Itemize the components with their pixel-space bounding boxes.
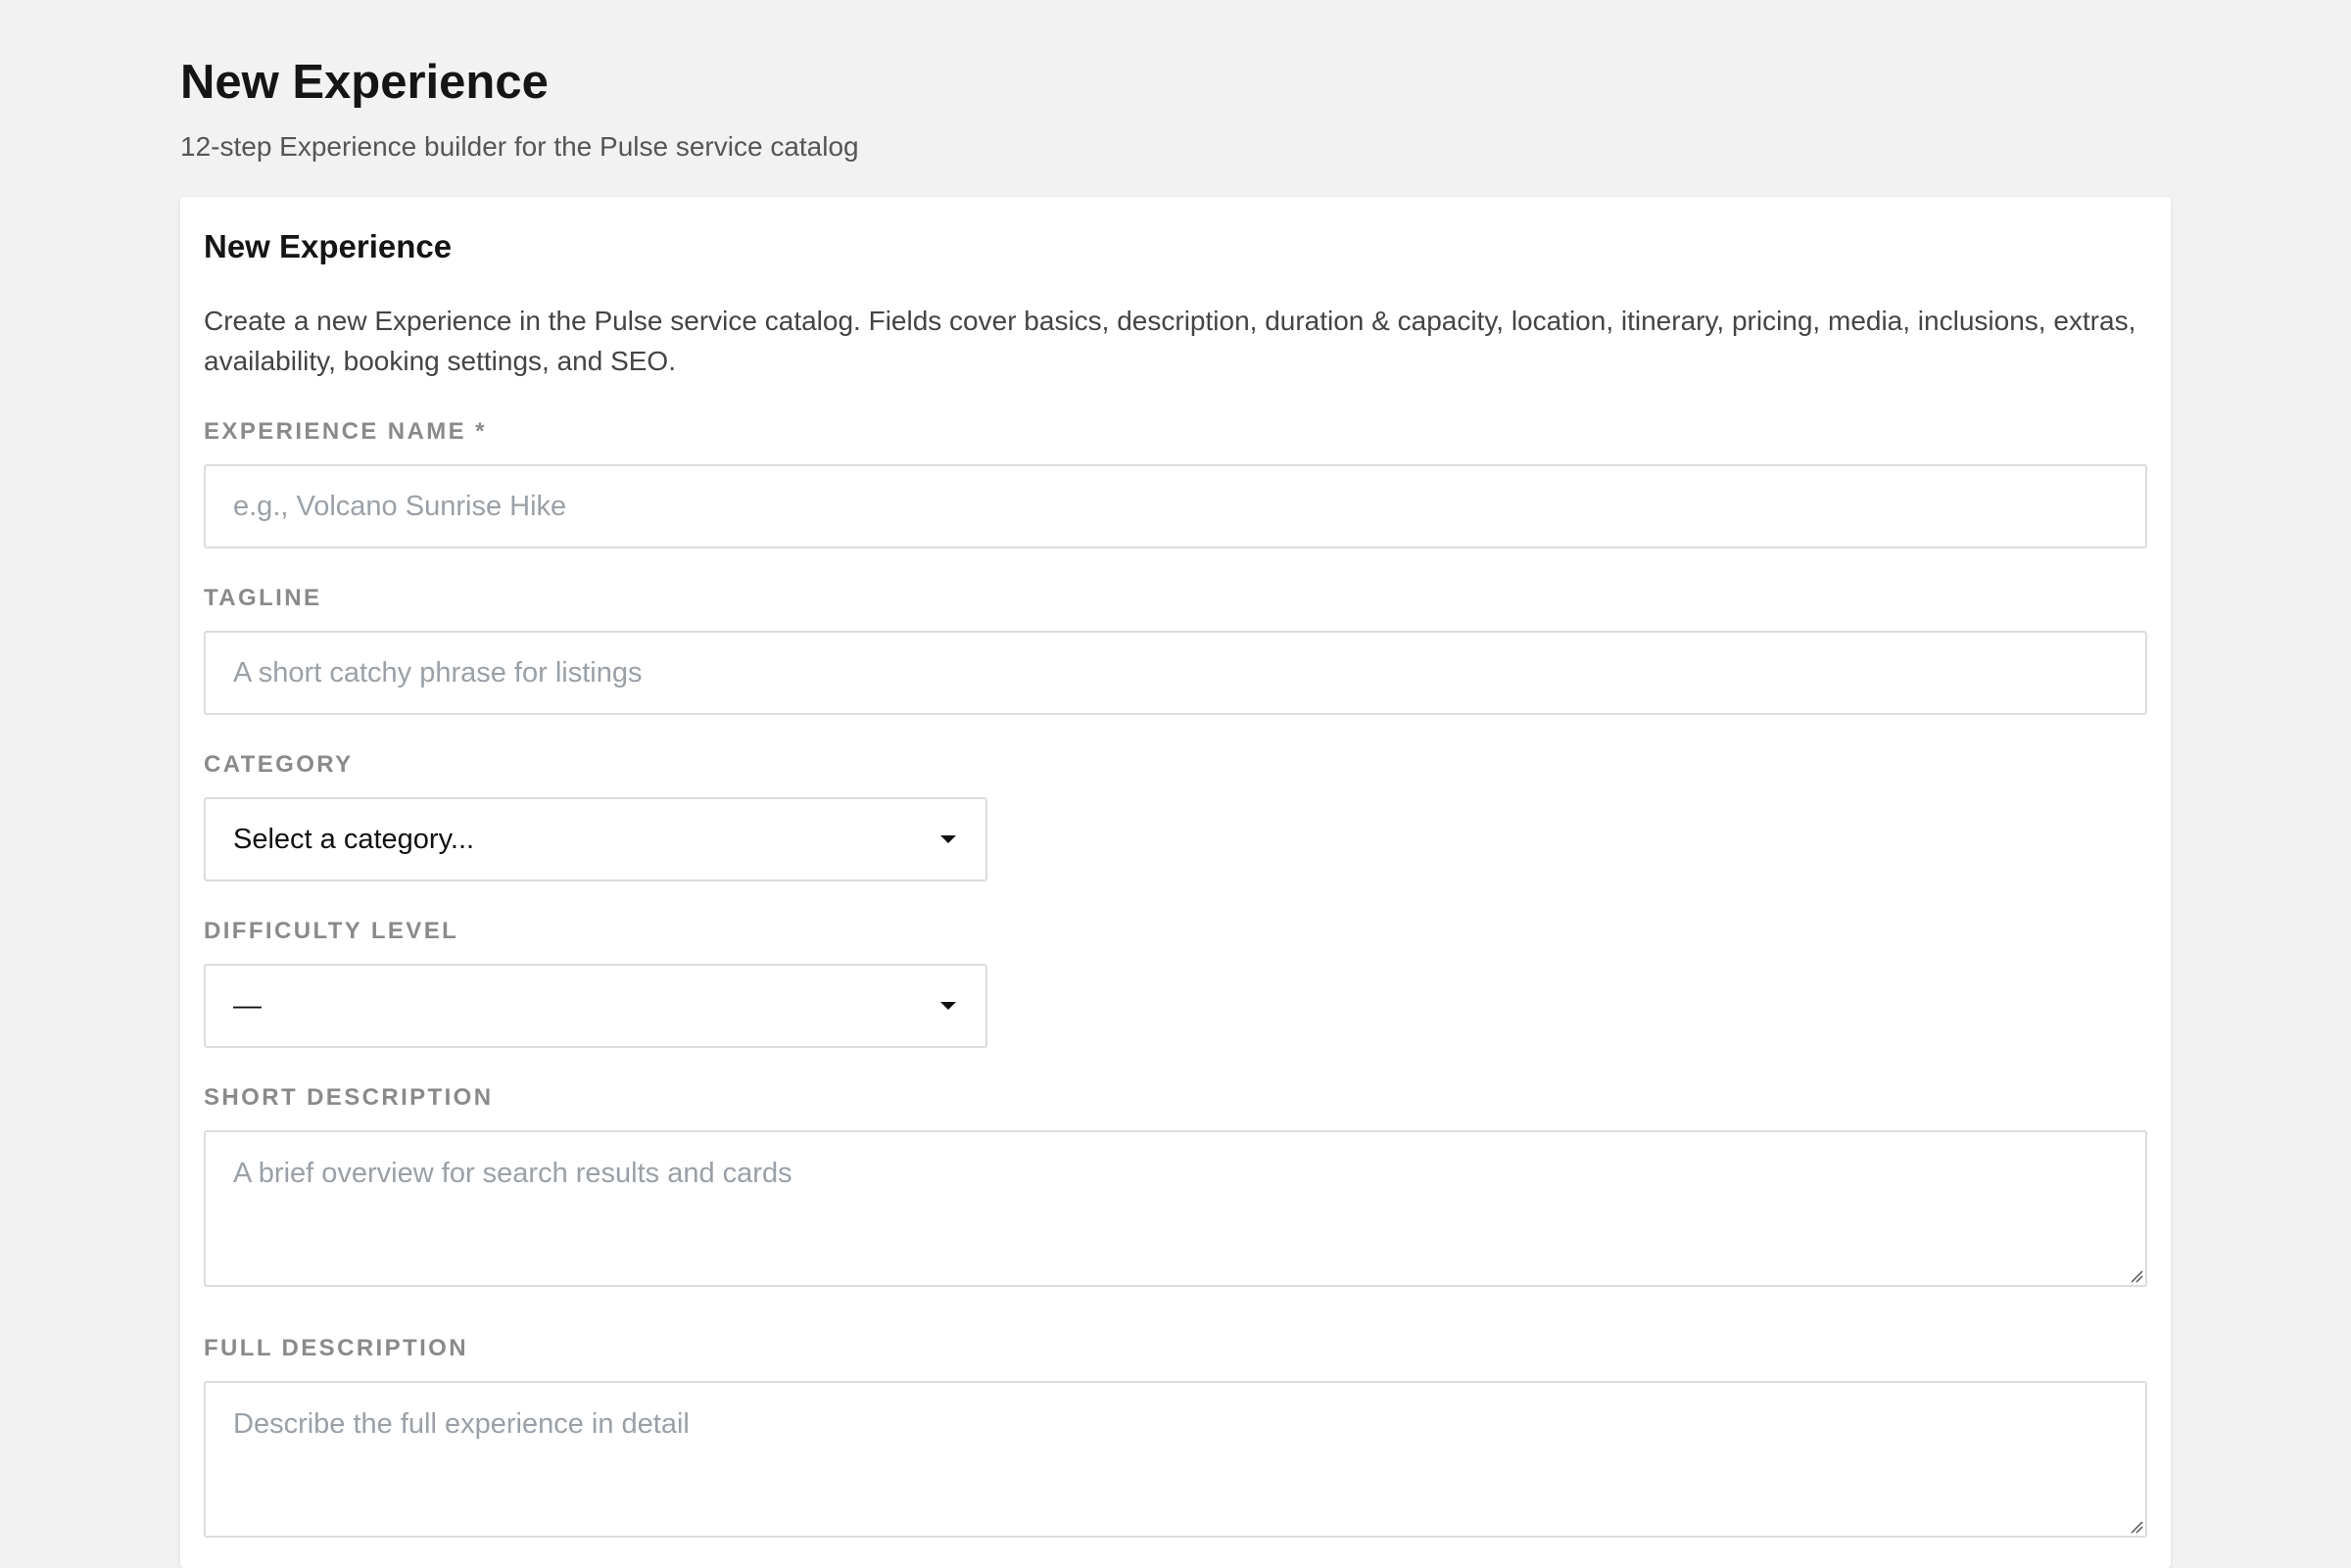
resize-grip-icon[interactable]	[2130, 1269, 2143, 1283]
category-select-value: Select a category...	[233, 824, 475, 855]
tagline-label: TAGLINE	[204, 585, 322, 611]
experience-name-label: EXPERIENCE NAME *	[204, 418, 487, 445]
caret-down-icon	[940, 1002, 956, 1010]
full-description-label: FULL DESCRIPTION	[204, 1335, 468, 1361]
category-select[interactable]: Select a category...	[204, 797, 987, 881]
page-title: New Experience	[180, 56, 549, 109]
full-description-textarea[interactable]	[204, 1381, 2147, 1538]
card-description: Create a new Experience in the Pulse ser…	[204, 306, 2136, 376]
caret-down-icon	[940, 835, 956, 843]
short-description-textarea[interactable]	[204, 1130, 2147, 1287]
experience-name-input[interactable]	[204, 464, 2147, 548]
form-card: New Experience Create a new Experience i…	[180, 197, 2171, 1568]
tagline-input[interactable]	[204, 631, 2147, 715]
resize-grip-icon[interactable]	[2130, 1520, 2143, 1534]
difficulty-level-label: DIFFICULTY LEVEL	[204, 918, 459, 944]
category-label: CATEGORY	[204, 751, 354, 778]
difficulty-level-select-value: —	[233, 990, 262, 1022]
card-title: New Experience	[204, 228, 453, 264]
difficulty-level-select[interactable]: —	[204, 964, 987, 1048]
short-description-label: SHORT DESCRIPTION	[204, 1084, 494, 1111]
page-subtitle: 12-step Experience builder for the Pulse…	[180, 131, 859, 162]
